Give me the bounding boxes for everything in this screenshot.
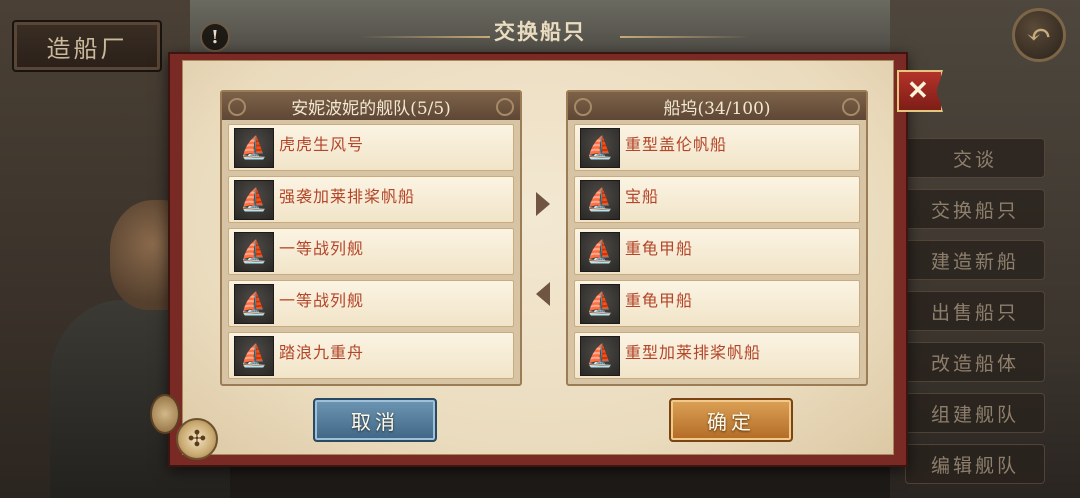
turtle-ship-icon: ⛵ [580,284,620,324]
ship-name: 一等战列舰 [279,239,365,258]
galley-icon: ⛵ [234,180,274,220]
side-menu-refit-hull[interactable]: 改造船体 [905,342,1045,382]
side-menu-build-ship[interactable]: 建造新船 [905,240,1045,280]
compass-icon: ✣ [176,418,218,460]
fleet-ship-row[interactable]: ⛵ 虎虎生风号 [228,124,514,171]
galley-icon: ⛵ [580,336,620,376]
fleet-ship-list: ⛵ 虎虎生风号 ⛵ 强袭加莱排桨帆船 ⛵ 一等战列舰 ⛵ 一等战列舰 ⛵ 踏浪九… [222,120,520,379]
side-menu-sell-ship[interactable]: 出售船只 [905,291,1045,331]
galleon-icon: ⛵ [234,128,274,168]
fleet-ship-row[interactable]: ⛵ 踏浪九重舟 [228,332,514,379]
fleet-panel-title: 安妮波妮的舰队(5/5) [222,92,520,120]
ship-name: 宝船 [625,187,660,206]
dock-ship-row[interactable]: ⛵ 重龟甲船 [574,228,860,275]
side-menu-talk[interactable]: 交谈 [905,138,1045,178]
move-to-fleet-arrow-icon[interactable] [536,282,550,306]
ship-name: 强袭加莱排桨帆船 [279,187,416,206]
dock-ship-row[interactable]: ⛵ 重龟甲船 [574,280,860,327]
close-button[interactable]: ✕ [897,70,943,112]
ship-name: 重型盖伦帆船 [625,135,728,154]
dialog-title: 交换船只 [494,19,586,44]
junk-icon: ⛵ [580,180,620,220]
side-menu-form-fleet[interactable]: 组建舰队 [905,393,1045,433]
fleet-ship-row[interactable]: ⛵ 一等战列舰 [228,280,514,327]
side-menu-edit-fleet[interactable]: 编辑舰队 [905,444,1045,484]
close-icon: ✕ [907,76,929,106]
ship-name: 重龟甲船 [625,239,694,258]
ship-name: 重型加莱排桨帆船 [625,343,762,362]
confirm-button[interactable]: 确定 [669,398,793,442]
galleon-icon: ⛵ [580,128,620,168]
ship-name: 一等战列舰 [279,291,365,310]
dock-ship-row[interactable]: ⛵ 宝船 [574,176,860,223]
turtle-ship-icon: ⛵ [580,232,620,272]
junk-icon: ⛵ [234,336,274,376]
ship-name: 踏浪九重舟 [279,343,365,362]
dock-ship-row[interactable]: ⛵ 重型盖伦帆船 [574,124,860,171]
ship-of-the-line-icon: ⛵ [234,284,274,324]
spyglass-icon [150,394,180,434]
ship-name: 虎虎生风号 [279,135,365,154]
move-to-dock-arrow-icon[interactable] [536,192,550,216]
ship-of-the-line-icon: ⛵ [234,232,274,272]
cancel-button[interactable]: 取消 [313,398,437,442]
fleet-ship-row[interactable]: ⛵ 强袭加莱排桨帆船 [228,176,514,223]
dock-panel-title: 船坞(34/100) [568,92,866,120]
side-menu: 交谈 交换船只 建造新船 出售船只 改造船体 组建舰队 编辑舰队 [905,138,1045,495]
fleet-ship-row[interactable]: ⛵ 一等战列舰 [228,228,514,275]
dock-panel: 船坞(34/100) ⛵ 重型盖伦帆船 ⛵ 宝船 ⛵ 重龟甲船 ⛵ 重龟甲船 ⛵… [566,90,868,386]
dock-ship-row[interactable]: ⛵ 重型加莱排桨帆船 [574,332,860,379]
side-menu-swap-ships[interactable]: 交换船只 [905,189,1045,229]
fleet-panel: 安妮波妮的舰队(5/5) ⛵ 虎虎生风号 ⛵ 强袭加莱排桨帆船 ⛵ 一等战列舰 … [220,90,522,386]
ship-name: 重龟甲船 [625,291,694,310]
dock-ship-list[interactable]: ⛵ 重型盖伦帆船 ⛵ 宝船 ⛵ 重龟甲船 ⛵ 重龟甲船 ⛵ 重型加莱排桨帆船 [568,120,866,379]
